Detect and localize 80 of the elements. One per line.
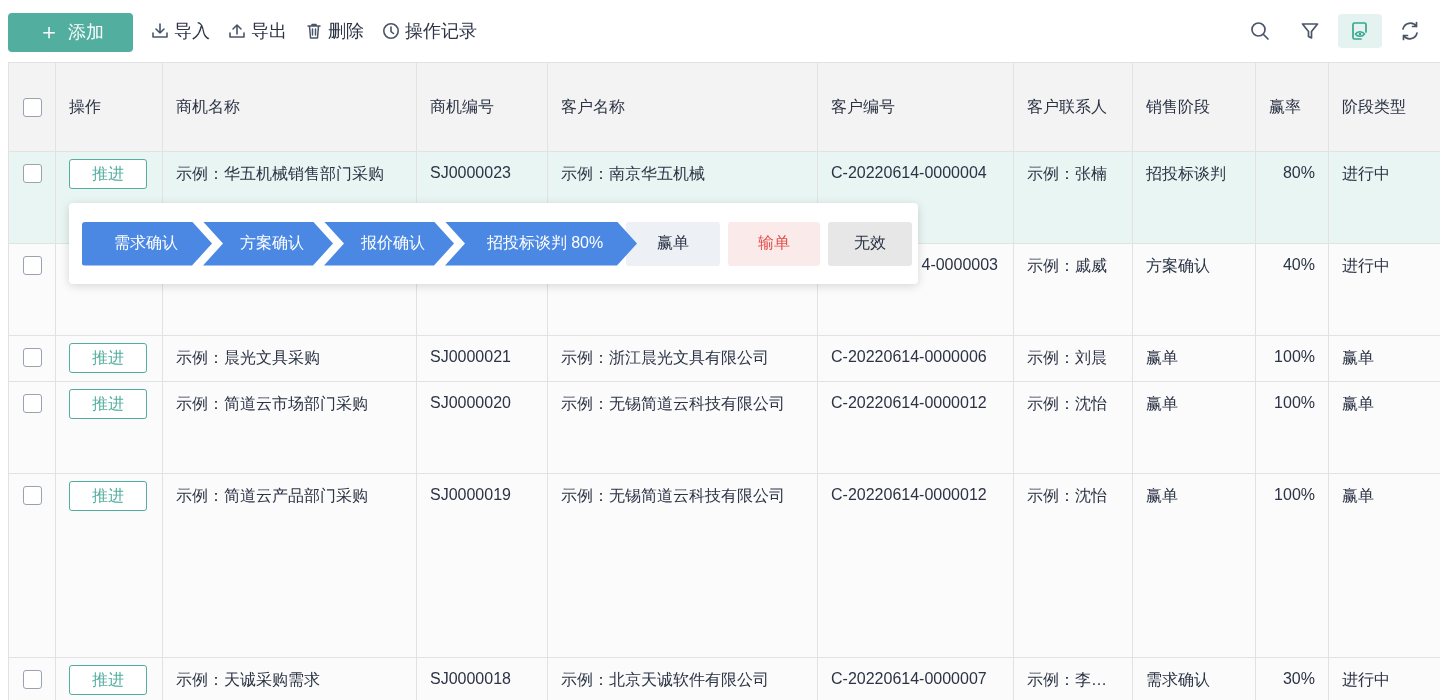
table-row[interactable]: 推进 示例：晨光文具采购 SJ0000021 示例：浙江晨光文具有限公司 C-20220614-0000006 示例：刘晨 赢单 100% 赢单 <box>8 335 1440 382</box>
row-checkbox[interactable] <box>22 394 42 414</box>
table-cell-text: 示例：戚威 <box>1027 256 1107 276</box>
table-cell-text: 示例：华五机械销售部门采购 <box>176 164 384 184</box>
table-cell-text: 示例：简道云市场部门采购 <box>176 394 368 414</box>
table-cell-text: 进行中 <box>1342 670 1390 690</box>
table-cell-text: 赢单 <box>1146 394 1178 414</box>
stage-step[interactable]: 报价确认 <box>324 221 454 266</box>
table-cell-text: 示例：无锡简道云科技有限公司 <box>561 394 785 414</box>
table-cell: 100% <box>1274 394 1315 412</box>
eye-card-icon[interactable] <box>1338 14 1382 48</box>
table-cell: 100% <box>1274 348 1315 366</box>
stage-step[interactable]: 方案确认 <box>203 221 333 266</box>
import-button[interactable]: 导入 <box>151 19 210 43</box>
table-cell-text: 招投标谈判 <box>1146 164 1226 184</box>
column-header: 商机编号 <box>430 96 494 117</box>
table-cell: SJ0000021 <box>430 348 511 366</box>
table-cell: 30% <box>1282 670 1315 688</box>
clock-icon <box>382 22 400 40</box>
table-cell-text: 示例：天诚采购需求 <box>176 670 320 690</box>
table-cell: SJ0000023 <box>430 164 511 182</box>
table-cell-text: 进行中 <box>1342 164 1390 184</box>
table-row[interactable]: 推进 示例：简道云产品部门采购 SJ0000019 示例：无锡简道云科技有限公司 C-20220614-0000012 示例：沈怡 赢单 100% 赢单 <box>8 473 1440 658</box>
table-cell-text: 示例：北京天诚软件有限公司 <box>561 670 769 690</box>
upload-icon <box>228 22 246 40</box>
table-cell: C-20220614-0000004 <box>831 164 987 182</box>
table-cell: SJ0000018 <box>430 670 511 688</box>
column-header: 客户编号 <box>831 96 895 117</box>
table-cell-text: 赢单 <box>1146 348 1178 368</box>
table-cell: SJ0000019 <box>430 486 511 504</box>
win-outcome-button[interactable]: 赢单 <box>626 221 720 266</box>
column-header: 赢率 <box>1269 96 1301 117</box>
table-cell-text: 示例：南京华五机械 <box>561 164 705 184</box>
download-icon <box>151 22 169 40</box>
row-checkbox[interactable] <box>22 670 42 690</box>
table-cell: C-20220614-0000012 <box>831 394 987 412</box>
table-cell-text: 示例：简道云产品部门采购 <box>176 486 368 506</box>
table-row[interactable]: 推进 示例：简道云市场部门采购 SJ0000020 示例：无锡简道云科技有限公司 C-20220614-0000012 示例：沈怡 赢单 100% 赢单 <box>8 381 1440 474</box>
table-cell: C-20220614-0000006 <box>831 348 987 366</box>
delete-button[interactable]: 删除 <box>305 19 364 43</box>
table-cell-text: 需求确认 <box>1146 670 1210 690</box>
table-cell-text: 示例：刘晨 <box>1027 348 1107 368</box>
column-header: 阶段类型 <box>1342 96 1406 117</box>
table-cell: C-20220614-0000012 <box>831 486 987 504</box>
row-checkbox[interactable] <box>22 256 42 276</box>
table-cell-text: 示例：浙江晨光文具有限公司 <box>561 348 769 368</box>
trash-icon <box>305 22 323 40</box>
table-cell: 4-0000003 <box>921 256 998 274</box>
table-cell-text: 赢单 <box>1342 394 1374 414</box>
table-cell-text: 示例：李… <box>1027 670 1107 690</box>
column-header: 客户联系人 <box>1027 96 1107 117</box>
row-checkbox[interactable] <box>22 486 42 506</box>
table-cell: 100% <box>1274 486 1315 504</box>
table-cell-text: 赢单 <box>1342 486 1374 506</box>
table-cell: 80% <box>1282 164 1315 182</box>
column-header: 销售阶段 <box>1146 96 1210 117</box>
table-cell-text: 示例：沈怡 <box>1027 394 1107 414</box>
export-button[interactable]: 导出 <box>228 19 287 43</box>
invalid-outcome-button[interactable]: 无效 <box>828 221 912 266</box>
column-header: 商机名称 <box>176 96 240 117</box>
table-cell: SJ0000020 <box>430 394 511 412</box>
table-cell-text: 示例：沈怡 <box>1027 486 1107 506</box>
column-header: 客户名称 <box>561 96 625 117</box>
table-cell: C-20220614-0000007 <box>831 670 987 688</box>
stage-step[interactable]: 招投标谈判 80% <box>445 221 637 266</box>
table-cell-text: 示例：无锡简道云科技有限公司 <box>561 486 785 506</box>
table-row[interactable]: 推进 示例：天诚采购需求 SJ0000018 示例：北京天诚软件有限公司 C-20220614-0000007 示例：李… 需求确认 30% 进行中 <box>8 657 1440 700</box>
table-cell-text: 方案确认 <box>1146 256 1210 276</box>
row-checkbox[interactable] <box>22 348 42 368</box>
table-cell-text: 示例：晨光文具采购 <box>176 348 320 368</box>
table-cell-text: 示例：张楠 <box>1027 164 1107 184</box>
stage-step[interactable]: 需求确认 <box>82 221 212 266</box>
select-all-checkbox[interactable] <box>22 97 42 117</box>
table-cell-text: 赢单 <box>1342 348 1374 368</box>
row-checkbox[interactable] <box>22 164 42 184</box>
table-cell-text: 赢单 <box>1146 486 1178 506</box>
table-cell: 40% <box>1282 256 1315 274</box>
history-button[interactable]: 操作记录 <box>382 19 477 43</box>
table-cell-text: 进行中 <box>1342 256 1390 276</box>
column-header: 操作 <box>69 96 101 117</box>
